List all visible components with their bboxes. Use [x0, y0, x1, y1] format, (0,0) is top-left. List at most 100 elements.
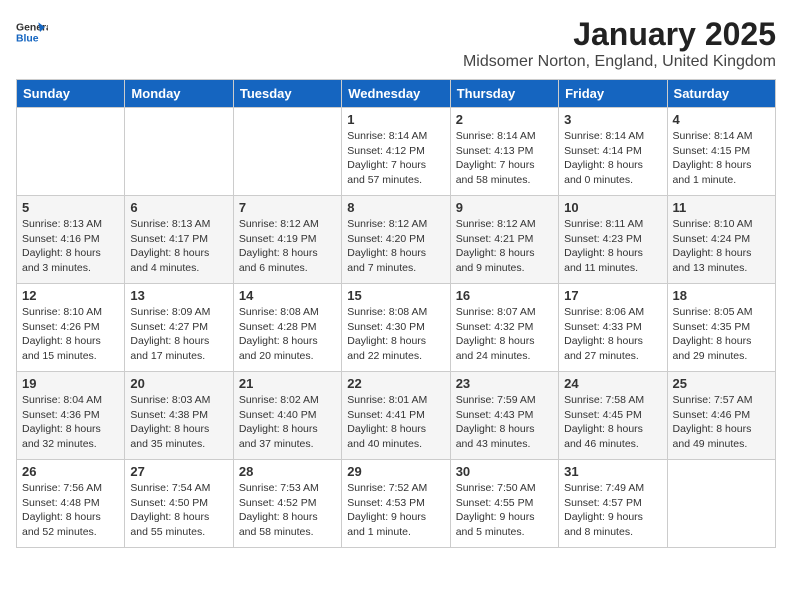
- day-cell: [667, 460, 775, 548]
- title-area: January 2025 Midsomer Norton, England, U…: [463, 16, 776, 71]
- day-cell: 12 Sunrise: 8:10 AM Sunset: 4:26 PM Dayli…: [17, 284, 125, 372]
- day-header-sunday: Sunday: [17, 80, 125, 108]
- day-cell: 8Sunrise: 8:12 AM Sunset: 4:20 PM Daylig…: [342, 196, 450, 284]
- day-cell: 15Sunrise: 8:08 AM Sunset: 4:30 PM Dayli…: [342, 284, 450, 372]
- day-info: Sunrise: 8:13 AM Sunset: 4:17 PM Dayligh…: [130, 217, 227, 276]
- day-cell: 13Sunrise: 8:09 AM Sunset: 4:27 PM Dayli…: [125, 284, 233, 372]
- day-info: Sunrise: 8:03 AM Sunset: 4:38 PM Dayligh…: [130, 393, 227, 452]
- day-header-thursday: Thursday: [450, 80, 558, 108]
- day-info: Sunrise: 7:49 AM Sunset: 4:57 PM Dayligh…: [564, 481, 661, 540]
- week-row-1: 1 Sunrise: 8:14 AM Sunset: 4:12 PM Daylig…: [17, 108, 776, 196]
- day-info: Sunrise: 8:04 AM Sunset: 4:36 PM Dayligh…: [22, 393, 119, 452]
- day-info: Sunrise: 8:12 AM Sunset: 4:21 PM Dayligh…: [456, 217, 553, 276]
- week-row-2: 5 Sunrise: 8:13 AM Sunset: 4:16 PM Daylig…: [17, 196, 776, 284]
- day-cell: 4Sunrise: 8:14 AM Sunset: 4:15 PM Daylig…: [667, 108, 775, 196]
- day-cell: 29 Sunrise: 7:52 AM Sunset: 4:53 PM Dayli…: [342, 460, 450, 548]
- day-number: 1: [347, 112, 444, 127]
- day-cell: 9 Sunrise: 8:12 AM Sunset: 4:21 PM Daylig…: [450, 196, 558, 284]
- day-number: 17: [564, 288, 661, 303]
- day-info: Sunrise: 8:10 AM Sunset: 4:26 PM Dayligh…: [22, 305, 119, 364]
- day-cell: 6 Sunrise: 8:13 AM Sunset: 4:17 PM Daylig…: [125, 196, 233, 284]
- month-title: January 2025: [463, 16, 776, 53]
- day-number: 31: [564, 464, 661, 479]
- day-cell: 25 Sunrise: 7:57 AM Sunset: 4:46 PM Dayli…: [667, 372, 775, 460]
- day-header-monday: Monday: [125, 80, 233, 108]
- day-number: 21: [239, 376, 336, 391]
- day-number: 9: [456, 200, 553, 215]
- day-number: 22: [347, 376, 444, 391]
- day-cell: 28Sunrise: 7:53 AM Sunset: 4:52 PM Dayli…: [233, 460, 341, 548]
- day-info: Sunrise: 7:50 AM Sunset: 4:55 PM Dayligh…: [456, 481, 553, 540]
- day-header-saturday: Saturday: [667, 80, 775, 108]
- day-info: Sunrise: 8:05 AM Sunset: 4:35 PM Dayligh…: [673, 305, 770, 364]
- week-row-5: 26 Sunrise: 7:56 AM Sunset: 4:48 PM Dayli…: [17, 460, 776, 548]
- day-info: Sunrise: 8:07 AM Sunset: 4:32 PM Dayligh…: [456, 305, 553, 364]
- day-info: Sunrise: 8:06 AM Sunset: 4:33 PM Dayligh…: [564, 305, 661, 364]
- day-number: 11: [673, 200, 770, 215]
- day-number: 20: [130, 376, 227, 391]
- logo-icon: General Blue: [16, 16, 48, 48]
- day-info: Sunrise: 8:08 AM Sunset: 4:28 PM Dayligh…: [239, 305, 336, 364]
- day-cell: 14 Sunrise: 8:08 AM Sunset: 4:28 PM Dayli…: [233, 284, 341, 372]
- day-number: 10: [564, 200, 661, 215]
- day-info: Sunrise: 8:02 AM Sunset: 4:40 PM Dayligh…: [239, 393, 336, 452]
- day-cell: 3Sunrise: 8:14 AM Sunset: 4:14 PM Daylig…: [559, 108, 667, 196]
- day-number: 28: [239, 464, 336, 479]
- day-number: 8: [347, 200, 444, 215]
- day-info: Sunrise: 7:59 AM Sunset: 4:43 PM Dayligh…: [456, 393, 553, 452]
- day-info: Sunrise: 7:56 AM Sunset: 4:48 PM Dayligh…: [22, 481, 119, 540]
- week-row-4: 19 Sunrise: 8:04 AM Sunset: 4:36 PM Dayli…: [17, 372, 776, 460]
- day-info: Sunrise: 7:52 AM Sunset: 4:53 PM Dayligh…: [347, 481, 444, 540]
- day-cell: 30Sunrise: 7:50 AM Sunset: 4:55 PM Dayli…: [450, 460, 558, 548]
- day-number: 23: [456, 376, 553, 391]
- day-cell: 1 Sunrise: 8:14 AM Sunset: 4:12 PM Daylig…: [342, 108, 450, 196]
- day-cell: 21 Sunrise: 8:02 AM Sunset: 4:40 PM Dayli…: [233, 372, 341, 460]
- day-cell: 11 Sunrise: 8:10 AM Sunset: 4:24 PM Dayli…: [667, 196, 775, 284]
- day-number: 24: [564, 376, 661, 391]
- day-info: Sunrise: 7:57 AM Sunset: 4:46 PM Dayligh…: [673, 393, 770, 452]
- header-row: SundayMondayTuesdayWednesdayThursdayFrid…: [17, 80, 776, 108]
- day-cell: 10Sunrise: 8:11 AM Sunset: 4:23 PM Dayli…: [559, 196, 667, 284]
- day-number: 6: [130, 200, 227, 215]
- day-info: Sunrise: 8:13 AM Sunset: 4:16 PM Dayligh…: [22, 217, 119, 276]
- day-number: 25: [673, 376, 770, 391]
- header: General Blue January 2025 Midsomer Norto…: [16, 16, 776, 71]
- day-cell: 22 Sunrise: 8:01 AM Sunset: 4:41 PM Dayli…: [342, 372, 450, 460]
- day-number: 14: [239, 288, 336, 303]
- day-cell: 7Sunrise: 8:12 AM Sunset: 4:19 PM Daylig…: [233, 196, 341, 284]
- day-cell: [125, 108, 233, 196]
- day-number: 16: [456, 288, 553, 303]
- svg-text:Blue: Blue: [16, 34, 39, 45]
- day-cell: 31 Sunrise: 7:49 AM Sunset: 4:57 PM Dayli…: [559, 460, 667, 548]
- day-number: 7: [239, 200, 336, 215]
- logo: General Blue: [16, 16, 48, 48]
- day-header-friday: Friday: [559, 80, 667, 108]
- day-info: Sunrise: 8:01 AM Sunset: 4:41 PM Dayligh…: [347, 393, 444, 452]
- day-info: Sunrise: 8:10 AM Sunset: 4:24 PM Dayligh…: [673, 217, 770, 276]
- day-number: 18: [673, 288, 770, 303]
- day-cell: 16 Sunrise: 8:07 AM Sunset: 4:32 PM Dayli…: [450, 284, 558, 372]
- day-cell: 27 Sunrise: 7:54 AM Sunset: 4:50 PM Dayli…: [125, 460, 233, 548]
- day-number: 12: [22, 288, 119, 303]
- day-info: Sunrise: 8:14 AM Sunset: 4:15 PM Dayligh…: [673, 129, 770, 188]
- day-number: 19: [22, 376, 119, 391]
- day-info: Sunrise: 7:58 AM Sunset: 4:45 PM Dayligh…: [564, 393, 661, 452]
- day-info: Sunrise: 8:09 AM Sunset: 4:27 PM Dayligh…: [130, 305, 227, 364]
- day-number: 5: [22, 200, 119, 215]
- calendar-table: SundayMondayTuesdayWednesdayThursdayFrid…: [16, 79, 776, 548]
- day-info: Sunrise: 8:14 AM Sunset: 4:13 PM Dayligh…: [456, 129, 553, 188]
- day-number: 26: [22, 464, 119, 479]
- day-cell: 2 Sunrise: 8:14 AM Sunset: 4:13 PM Daylig…: [450, 108, 558, 196]
- week-row-3: 12 Sunrise: 8:10 AM Sunset: 4:26 PM Dayli…: [17, 284, 776, 372]
- day-info: Sunrise: 7:54 AM Sunset: 4:50 PM Dayligh…: [130, 481, 227, 540]
- day-number: 29: [347, 464, 444, 479]
- day-number: 2: [456, 112, 553, 127]
- day-number: 3: [564, 112, 661, 127]
- day-cell: 26 Sunrise: 7:56 AM Sunset: 4:48 PM Dayli…: [17, 460, 125, 548]
- day-header-tuesday: Tuesday: [233, 80, 341, 108]
- day-info: Sunrise: 8:08 AM Sunset: 4:30 PM Dayligh…: [347, 305, 444, 364]
- day-cell: [17, 108, 125, 196]
- day-cell: 24 Sunrise: 7:58 AM Sunset: 4:45 PM Dayli…: [559, 372, 667, 460]
- day-number: 27: [130, 464, 227, 479]
- day-info: Sunrise: 8:14 AM Sunset: 4:12 PM Dayligh…: [347, 129, 444, 188]
